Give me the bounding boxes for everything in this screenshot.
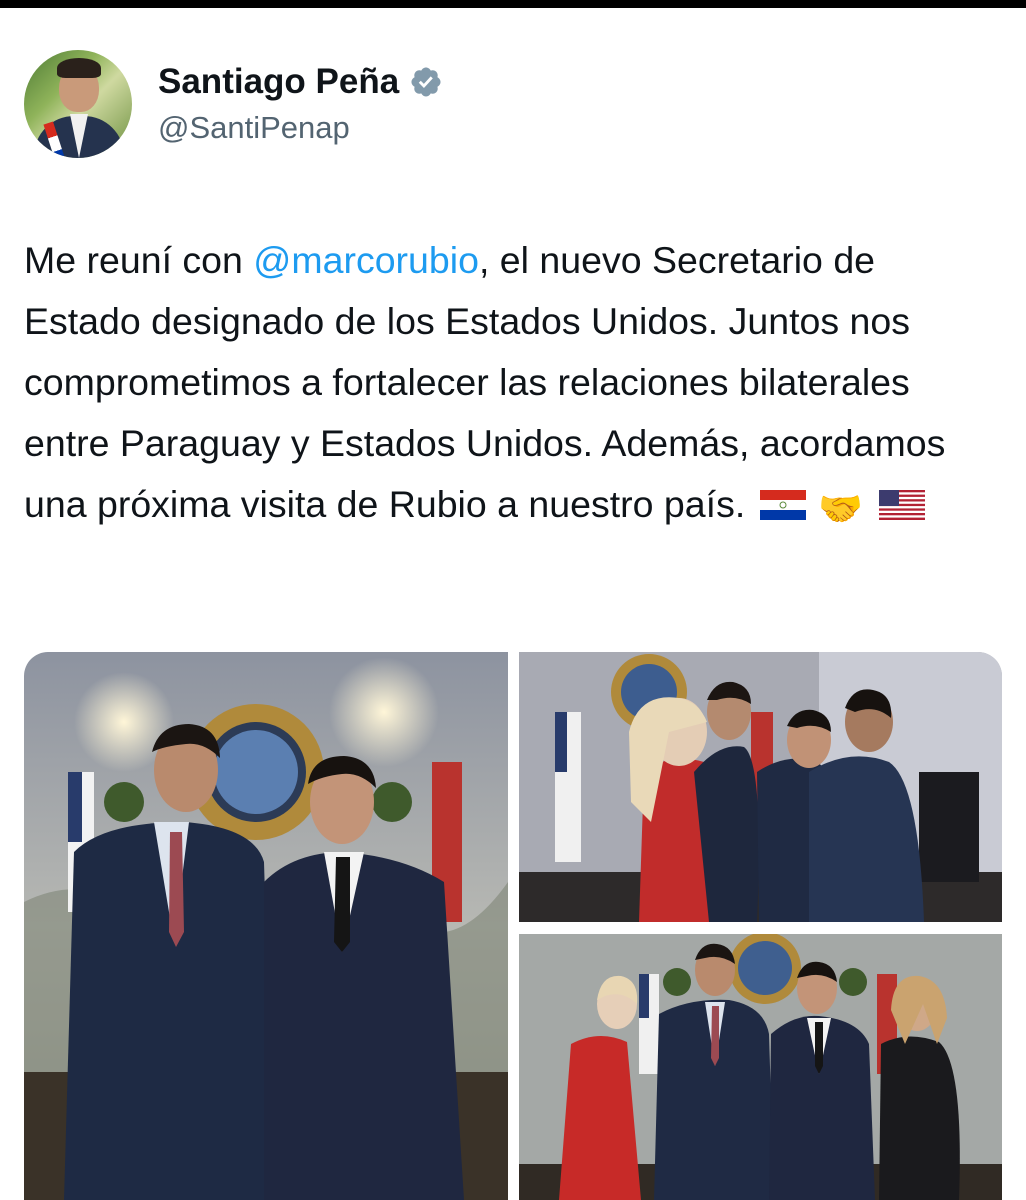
usa-flag-icon [879,490,926,520]
photo-group-conversation[interactable] [519,652,1002,922]
photo-two-men-standing[interactable] [24,652,508,1200]
handshake-icon: 🤝 [818,488,863,529]
display-name-text: Santiago Peña [158,62,400,101]
mention-link[interactable]: @marcorubio [253,239,479,281]
avatar[interactable] [24,50,132,158]
top-bar [0,0,1026,8]
tweet-text-part-1: Me reuní con [24,239,254,281]
tweet-text: Me reuní con @marcorubio, el nuevo Secre… [24,230,984,539]
tweet-header: Santiago Peña @SantiPenap [24,50,443,158]
tweet-text-part-2: , el nuevo Secretario de Estado designad… [24,239,946,525]
author-names: Santiago Peña @SantiPenap [158,62,443,146]
author-handle[interactable]: @SantiPenap [158,110,443,146]
verified-badge-icon [411,67,441,97]
paraguay-flag-icon [759,490,806,520]
photo-four-people-posing[interactable] [519,934,1002,1200]
author-display-name[interactable]: Santiago Peña [158,62,443,102]
